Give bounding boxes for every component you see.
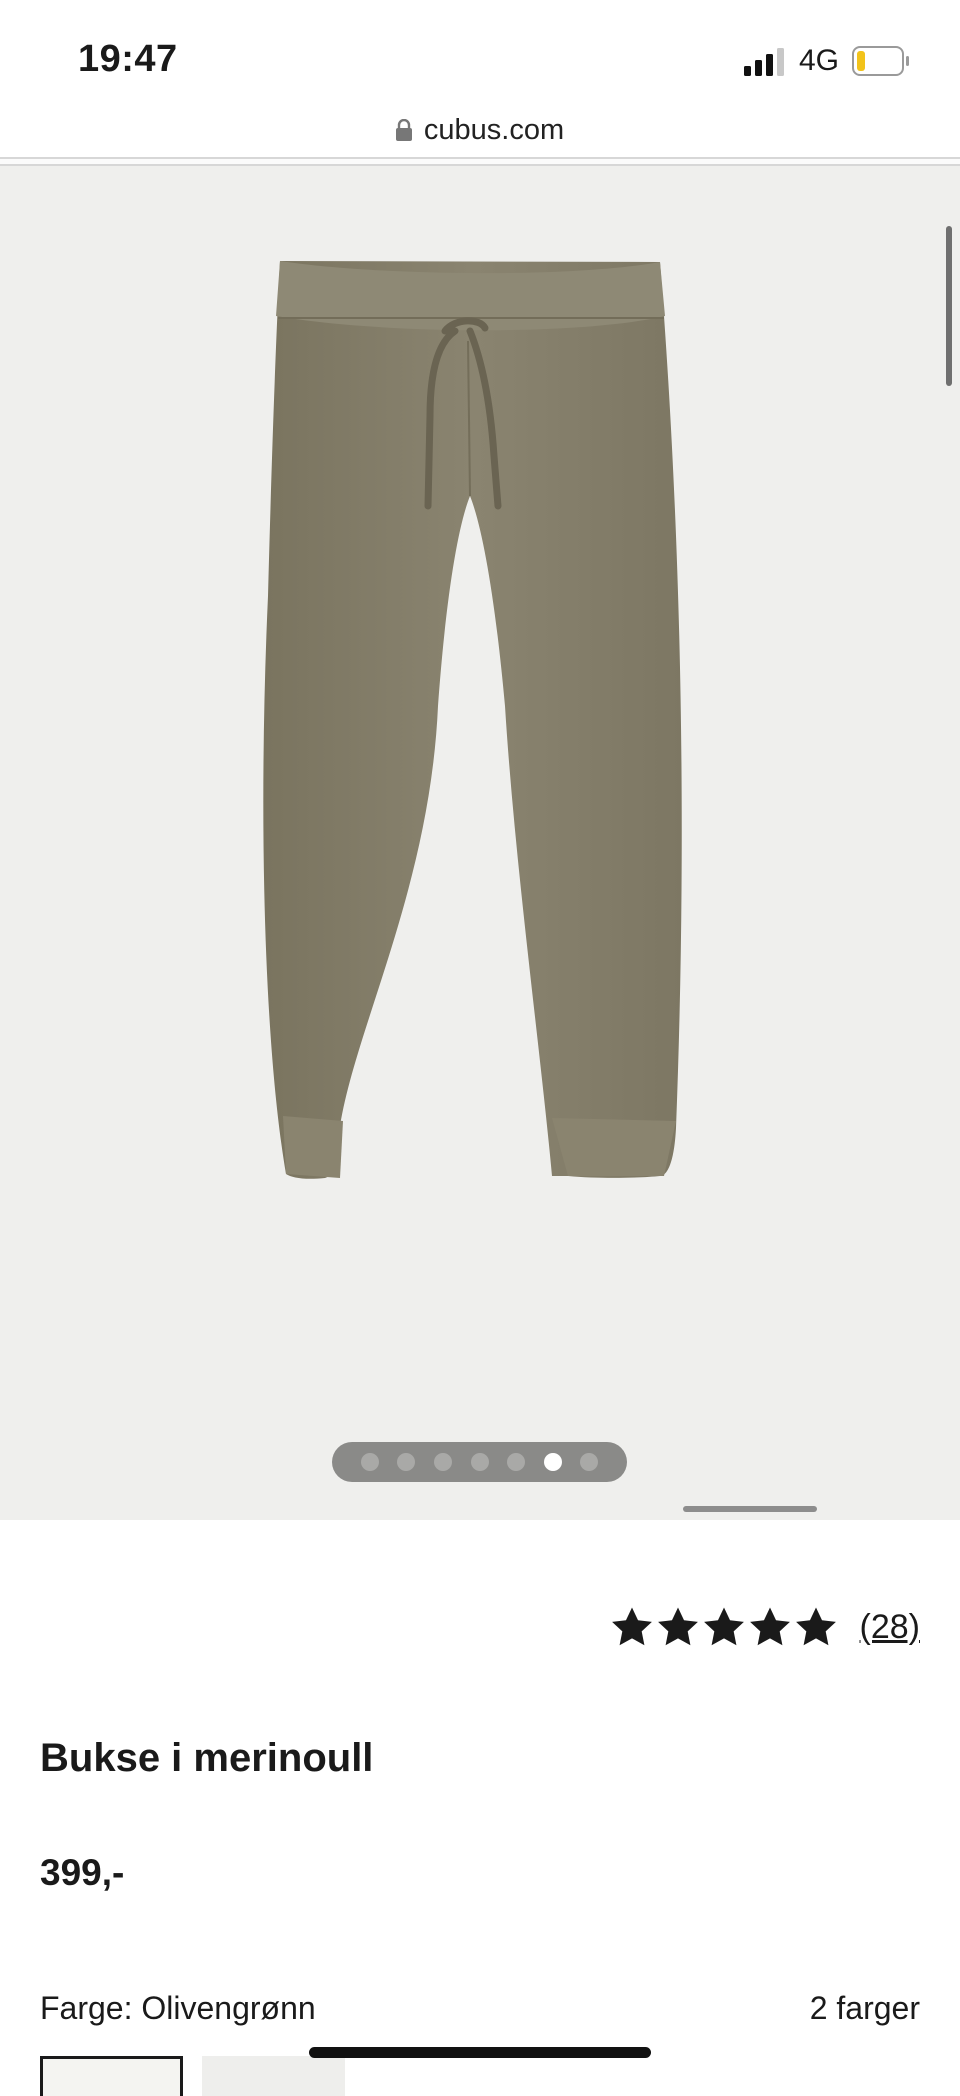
color-label: Farge: Olivengrønn — [40, 1990, 316, 2026]
review-count-link[interactable]: (28) — [860, 1608, 920, 1647]
gallery-dot-active[interactable] — [543, 1453, 562, 1471]
product-title: Bukse i merinoull — [40, 1736, 374, 1780]
url-text: cubus.com — [423, 113, 565, 146]
status-time: 19:47 — [78, 38, 178, 80]
battery-icon — [852, 46, 909, 76]
gallery-dot[interactable] — [470, 1453, 489, 1471]
color-selector-header: Farge: Olivengrønn 2 farger — [40, 1990, 920, 2027]
cellular-signal-icon — [744, 48, 784, 76]
product-price: 399,- — [40, 1852, 125, 1893]
horizontal-scroll-indicator — [683, 1506, 817, 1512]
gallery-dot[interactable] — [360, 1453, 379, 1471]
gallery-dot[interactable] — [397, 1453, 416, 1471]
vertical-scroll-indicator — [946, 226, 952, 386]
home-indicator — [309, 2047, 651, 2058]
product-image-gallery[interactable] — [0, 166, 960, 1520]
gallery-pagination[interactable] — [332, 1442, 627, 1482]
header-divider — [0, 157, 960, 166]
star-icon — [703, 1607, 744, 1646]
status-bar: 19:47 4G — [0, 0, 960, 100]
star-icon — [795, 1607, 836, 1646]
color-count: 2 farger — [809, 1990, 920, 2026]
star-icon — [611, 1607, 652, 1646]
address-bar[interactable]: cubus.com — [0, 100, 960, 160]
gallery-dot[interactable] — [433, 1453, 452, 1471]
network-type: 4G — [799, 44, 840, 77]
product-image[interactable] — [0, 166, 960, 1520]
star-icon — [657, 1607, 698, 1646]
star-icon — [749, 1607, 790, 1646]
product-rating[interactable]: (28) — [610, 1606, 920, 1648]
rating-stars — [610, 1606, 838, 1648]
color-swatch[interactable] — [202, 2056, 345, 2096]
color-swatch-selected[interactable] — [40, 2056, 183, 2096]
gallery-dot[interactable] — [507, 1453, 526, 1471]
lock-icon — [395, 119, 412, 141]
gallery-dot[interactable] — [580, 1453, 599, 1471]
